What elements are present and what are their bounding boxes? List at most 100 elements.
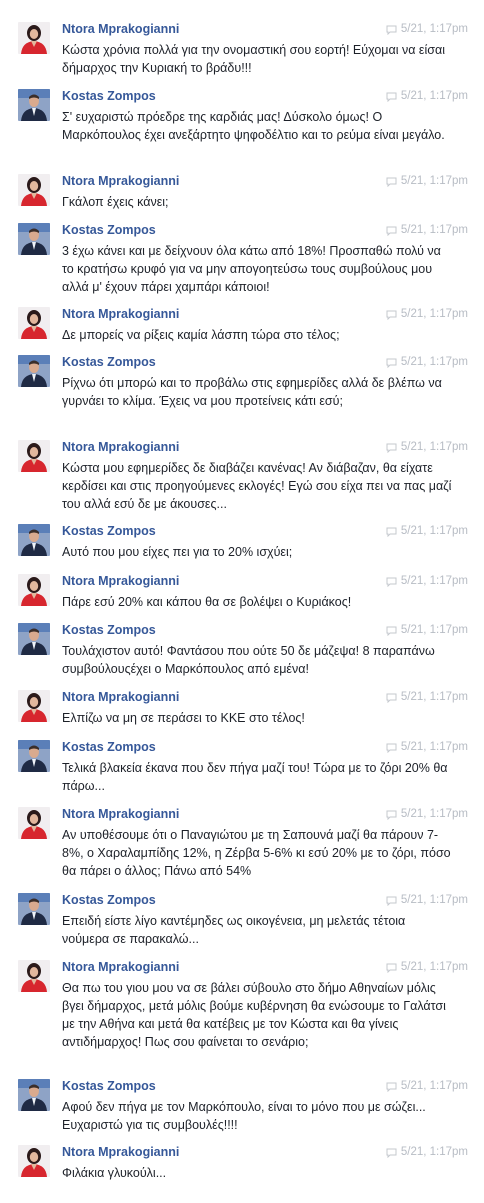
author-name[interactable]: Ntora Mprakogianni [62, 690, 179, 705]
timestamp-text: 5/21, 1:17pm [400, 741, 468, 753]
comment-icon [386, 577, 397, 587]
comment-icon [386, 626, 397, 636]
message-text: Κώστα μου εφημερίδες δε διαβάζει κανένας… [62, 461, 452, 511]
timestamp-text: 5/21, 1:17pm [400, 1080, 468, 1092]
message-text: Δε μπορείς να ρίξεις καμία λάσπη τώρα στ… [62, 328, 340, 342]
timestamp-text: 5/21, 1:17pm [400, 624, 468, 636]
message-text: Ρίχνω ότι μπορώ και το προβάλω στις εφημ… [62, 376, 442, 408]
timestamp-text: 5/21, 1:17pm [400, 23, 468, 35]
timestamp: 5/21, 1:17pm [386, 893, 468, 908]
timestamp: 5/21, 1:17pm [386, 22, 468, 37]
comment-icon [386, 896, 397, 906]
comment-icon [386, 1082, 397, 1092]
message-text: Θα πω του γιου μου να σε βάλει σύβουλο σ… [62, 981, 446, 1049]
timestamp: 5/21, 1:17pm [386, 89, 468, 104]
author-name[interactable]: Ntora Mprakogianni [62, 1145, 179, 1160]
comment-icon [386, 177, 397, 187]
avatar[interactable] [18, 1079, 50, 1111]
author-name[interactable]: Ntora Mprakogianni [62, 440, 179, 455]
author-name[interactable]: Ntora Mprakogianni [62, 574, 179, 589]
timestamp-text: 5/21, 1:17pm [400, 808, 468, 820]
avatar[interactable] [18, 690, 50, 722]
message-text: 3 έχω κάνει και με δείχνουν όλα κάτω από… [62, 244, 441, 294]
comment-icon [386, 310, 397, 320]
avatar[interactable] [18, 440, 50, 472]
timestamp: 5/21, 1:17pm [386, 223, 468, 238]
timestamp: 5/21, 1:17pm [386, 740, 468, 755]
author-name[interactable]: Ntora Mprakogianni [62, 807, 179, 822]
avatar[interactable] [18, 174, 50, 206]
timestamp: 5/21, 1:17pm [386, 440, 468, 455]
comment-icon [386, 443, 397, 453]
comment-icon [386, 226, 397, 236]
author-name[interactable]: Kostas Zompos [62, 223, 156, 238]
avatar[interactable] [18, 893, 50, 925]
timestamp-text: 5/21, 1:17pm [400, 894, 468, 906]
message-text: Αν υποθέσουμε ότι ο Παναγιώτου με τη Σαπ… [62, 828, 451, 878]
timestamp: 5/21, 1:17pm [386, 355, 468, 370]
avatar[interactable] [18, 807, 50, 839]
comment-icon [386, 1148, 397, 1158]
author-name[interactable]: Kostas Zompos [62, 893, 156, 908]
message-text: Αφού δεν πήγα με τον Μαρκόπουλο, είναι τ… [62, 1100, 426, 1132]
timestamp-text: 5/21, 1:17pm [400, 691, 468, 703]
timestamp-text: 5/21, 1:17pm [400, 224, 468, 236]
author-name[interactable]: Kostas Zompos [62, 623, 156, 638]
message-text: Επειδή είστε λίγο καντέμηδες ως οικογένε… [62, 914, 406, 946]
message-text: Κώστα χρόνια πολλά για την ονομαστική σο… [62, 43, 445, 75]
comment-icon [386, 743, 397, 753]
message-text: Τουλάχιστον αυτό! Φαντάσου που ούτε 50 δ… [62, 644, 435, 676]
author-name[interactable]: Kostas Zompos [62, 355, 156, 370]
avatar[interactable] [18, 223, 50, 255]
avatar[interactable] [18, 1145, 50, 1177]
message-text: Τελικά βλακεία έκανα που δεν πήγα μαζί τ… [62, 761, 448, 793]
timestamp: 5/21, 1:17pm [386, 1079, 468, 1094]
comment-icon [386, 693, 397, 703]
timestamp: 5/21, 1:17pm [386, 1145, 468, 1160]
timestamp: 5/21, 1:17pm [386, 174, 468, 189]
timestamp-text: 5/21, 1:17pm [400, 175, 468, 187]
comment-icon [386, 25, 397, 35]
timestamp-text: 5/21, 1:17pm [400, 308, 468, 320]
timestamp-text: 5/21, 1:17pm [400, 961, 468, 973]
timestamp: 5/21, 1:17pm [386, 690, 468, 705]
author-name[interactable]: Ntora Mprakogianni [62, 960, 179, 975]
avatar[interactable] [18, 307, 50, 339]
timestamp: 5/21, 1:17pm [386, 524, 468, 539]
author-name[interactable]: Ntora Mprakogianni [62, 307, 179, 322]
message-text: Ελπίζω να μη σε περάσει το ΚΚΕ στο τέλος… [62, 711, 305, 725]
timestamp-text: 5/21, 1:17pm [400, 356, 468, 368]
author-name[interactable]: Ntora Mprakogianni [62, 174, 179, 189]
avatar[interactable] [18, 89, 50, 121]
avatar[interactable] [18, 22, 50, 54]
timestamp: 5/21, 1:17pm [386, 307, 468, 322]
timestamp: 5/21, 1:17pm [386, 574, 468, 589]
timestamp-text: 5/21, 1:17pm [400, 1146, 468, 1158]
comment-icon [386, 810, 397, 820]
avatar[interactable] [18, 960, 50, 992]
message-text: Γκάλοπ έχεις κάνει; [62, 195, 169, 209]
avatar[interactable] [18, 623, 50, 655]
author-name[interactable]: Kostas Zompos [62, 524, 156, 539]
timestamp: 5/21, 1:17pm [386, 807, 468, 822]
timestamp: 5/21, 1:17pm [386, 623, 468, 638]
avatar[interactable] [18, 524, 50, 556]
comment-icon [386, 963, 397, 973]
message-text: Φιλάκια γλυκούλι... [62, 1166, 167, 1180]
timestamp-text: 5/21, 1:17pm [400, 575, 468, 587]
avatar[interactable] [18, 740, 50, 772]
message-text: Πάρε εσύ 20% και κάπου θα σε βολέψει ο Κ… [62, 595, 352, 609]
author-name[interactable]: Kostas Zompos [62, 1079, 156, 1094]
author-name[interactable]: Kostas Zompos [62, 89, 156, 104]
timestamp-text: 5/21, 1:17pm [400, 90, 468, 102]
author-name[interactable]: Ntora Mprakogianni [62, 22, 179, 37]
comment-icon [386, 358, 397, 368]
comment-icon [386, 92, 397, 102]
author-name[interactable]: Kostas Zompos [62, 740, 156, 755]
timestamp-text: 5/21, 1:17pm [400, 441, 468, 453]
avatar[interactable] [18, 574, 50, 606]
message-text: Σ' ευχαριστώ πρόεδρε της καρδιάς μας! Δύ… [62, 110, 445, 142]
message-text: Αυτό που μου είχες πει για το 20% ισχύει… [62, 545, 293, 559]
avatar[interactable] [18, 355, 50, 387]
timestamp-text: 5/21, 1:17pm [400, 525, 468, 537]
